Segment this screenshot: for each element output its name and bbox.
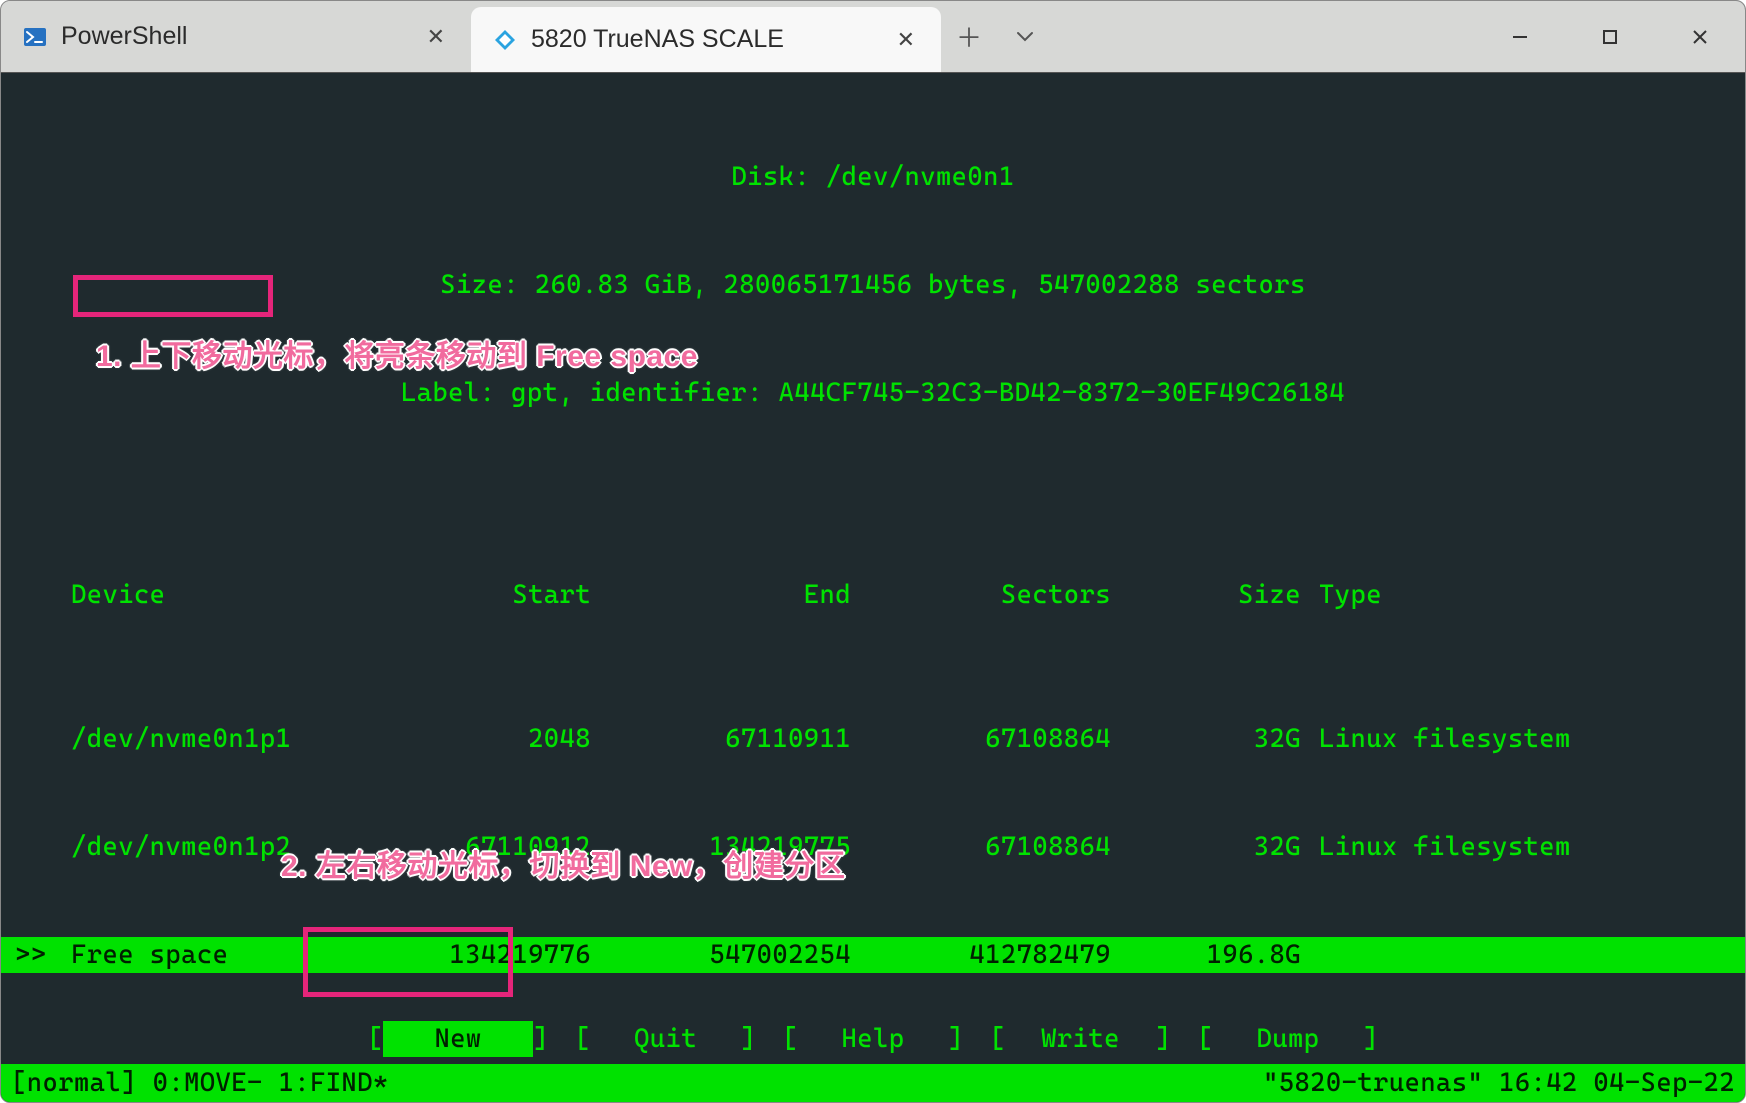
disk-line-3: Label: gpt, identifier: A44CF745-32C3-BD…: [1, 375, 1745, 411]
window-close-button[interactable]: [1655, 1, 1745, 72]
col-type: Type: [1301, 577, 1745, 613]
terminal-window: PowerShell ✕ 5820 TrueNAS SCALE ✕ ＋ Disk…: [0, 0, 1746, 1103]
terminal-area[interactable]: Disk: /dev/nvme0n1 Size: 260.83 GiB, 280…: [1, 73, 1745, 1102]
disk-line-2: Size: 260.83 GiB, 280065171456 bytes, 54…: [1, 267, 1745, 303]
col-device: Device: [71, 577, 361, 613]
new-tab-button[interactable]: ＋: [941, 1, 997, 72]
menu-write[interactable]: [Write]: [990, 1021, 1171, 1057]
status-right: "5820-truenas" 16:42 04-Sep-22: [1263, 1064, 1735, 1102]
annotation-label-1: 1. 上下移动光标，将亮条移动到 Free space: [96, 339, 698, 375]
truenas-icon: [493, 28, 517, 52]
col-start: Start: [361, 577, 591, 613]
tab-dropdown-button[interactable]: [997, 1, 1053, 72]
table-row[interactable]: /dev/nvme0n1p1 2048 67110911 67108864 32…: [1, 721, 1745, 757]
close-icon[interactable]: ✕: [419, 22, 453, 52]
status-left: [normal] 0:MOVE- 1:FIND*: [11, 1064, 1263, 1102]
tab-label: 5820 TrueNAS SCALE: [531, 25, 875, 54]
tab-powershell[interactable]: PowerShell ✕: [1, 1, 471, 72]
table-header-row: Device Start End Sectors Size Type: [1, 577, 1745, 613]
menu-quit[interactable]: [Quit]: [575, 1021, 756, 1057]
title-bar: PowerShell ✕ 5820 TrueNAS SCALE ✕ ＋: [1, 1, 1745, 73]
tab-truenas[interactable]: 5820 TrueNAS SCALE ✕: [471, 7, 941, 72]
col-end: End: [591, 577, 851, 613]
menu-new[interactable]: [New]: [367, 1021, 548, 1057]
col-sectors: Sectors: [851, 577, 1111, 613]
maximize-button[interactable]: [1565, 1, 1655, 72]
table-row[interactable]: /dev/nvme0n1p2 67110912 134219775 671088…: [1, 829, 1745, 865]
powershell-icon: [23, 25, 47, 49]
minimize-button[interactable]: [1475, 1, 1565, 72]
menu-dump[interactable]: [Dump]: [1197, 1021, 1378, 1057]
menu-help[interactable]: [Help]: [782, 1021, 963, 1057]
disk-header: Disk: /dev/nvme0n1 Size: 260.83 GiB, 280…: [1, 73, 1745, 483]
disk-line-1: Disk: /dev/nvme0n1: [1, 159, 1745, 195]
titlebar-spacer: [1053, 1, 1475, 72]
col-size: Size: [1111, 577, 1301, 613]
close-icon[interactable]: ✕: [889, 25, 923, 55]
annotation-label-2: 2. 左右移动光标，切换到 New，创建分区: [281, 849, 845, 885]
tab-label: PowerShell: [61, 22, 405, 51]
status-bar: [normal] 0:MOVE- 1:FIND* "5820-truenas" …: [1, 1064, 1745, 1102]
